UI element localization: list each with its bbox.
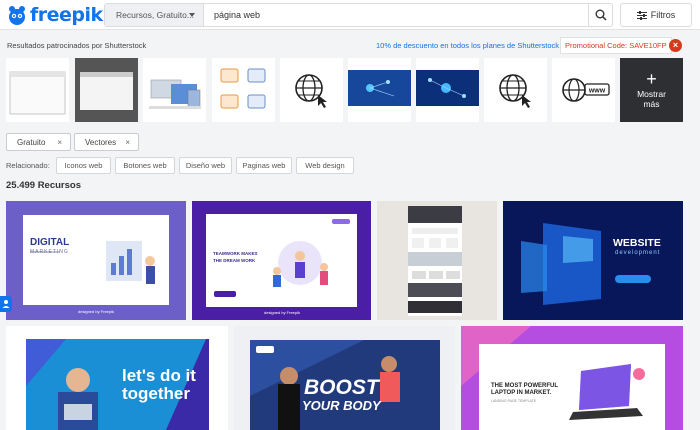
related-tag[interactable]: Botones web (115, 157, 175, 174)
card-subtitle: YOUR BODY (302, 398, 381, 413)
result-card-landing-template[interactable] (377, 201, 497, 320)
card-footer: designed by Freepik (264, 310, 301, 315)
freepik-logo-icon (9, 6, 25, 25)
sponsored-thumb-globe-cursor[interactable] (280, 58, 343, 122)
card-illustration (377, 201, 497, 320)
card-footer: designed by Freepik (78, 309, 115, 314)
plus-icon: + (646, 69, 657, 89)
web-icons-image (212, 58, 275, 122)
result-card-powerful-laptop[interactable]: THE MOST POWERFUL LAPTOP IN MARKET. LAND… (461, 326, 683, 430)
close-icon[interactable]: × (125, 138, 130, 147)
close-icon[interactable]: × (669, 39, 682, 52)
freepik-logo[interactable]: freepik (6, 3, 103, 27)
search-type-dropdown[interactable]: Recursos, Gratuito... (105, 4, 204, 26)
result-card-website-development[interactable]: WEBSITE development (503, 201, 683, 320)
show-more-label-2: más (643, 99, 660, 109)
results-count: 25.499 Recursos (6, 180, 81, 191)
sponsor-bar: Resultados patrocinados por Shutterstock… (0, 37, 700, 55)
sponsored-thumb-network-1[interactable] (348, 58, 411, 122)
sponsored-thumb-network-2[interactable] (416, 58, 479, 122)
svg-text:www: www (588, 88, 606, 95)
devices-image (143, 58, 206, 122)
card-subtitle: THE DREAM WORK (213, 258, 256, 263)
result-card-digital-marketing[interactable]: DIGITAL MARKETING designed by Freepik (6, 201, 186, 320)
globe-www-icon: www (552, 58, 615, 122)
promo-code: Promotional Code: SAVE10FP (560, 37, 672, 54)
search-input[interactable] (204, 4, 588, 26)
result-card-boost-your-body[interactable]: BOOST YOUR BODY (234, 326, 455, 430)
card-title: WEBSITE (613, 237, 661, 249)
card-title: BOOST (304, 376, 379, 399)
sponsor-label: Resultados patrocinados por Shutterstock (7, 41, 147, 50)
card-subtitle: development (615, 250, 661, 256)
promo-link[interactable]: 10% de descuento en todos los planes de … (376, 41, 559, 50)
related-tag[interactable]: Paginas web (236, 157, 292, 174)
search-icon (595, 9, 607, 21)
card-title: THE MOST POWERFUL (491, 383, 558, 389)
globe-icon (484, 58, 547, 122)
show-more-button[interactable]: + Mostrar más (620, 58, 683, 122)
browser-window-image (6, 58, 69, 122)
card-title: TEAMWORK MAKES (213, 251, 258, 256)
close-icon[interactable]: × (57, 138, 62, 147)
filters-label: Filtros (650, 10, 676, 20)
related-label: Relacionado: (6, 161, 50, 170)
sponsored-thumb-browser-2[interactable] (75, 58, 138, 122)
card-illustration (6, 201, 186, 320)
sponsored-thumb-icons[interactable] (212, 58, 275, 122)
filter-chip-label: Gratuito (17, 137, 46, 147)
globe-icon (280, 58, 343, 122)
side-feedback-button[interactable] (0, 296, 12, 312)
network-image (416, 58, 479, 122)
card-title: let's do it (122, 366, 196, 385)
show-more-label-1: Mostrar (637, 89, 666, 99)
chevron-down-icon (189, 13, 195, 17)
related-tag[interactable]: Iconos web (56, 157, 111, 174)
filter-chip-label: Vectores (85, 137, 117, 147)
card-illustration (503, 201, 683, 320)
card-subtitle: MARKETING (30, 249, 69, 255)
top-header: freepik Recursos, Gratuito... Filtros (0, 0, 700, 30)
sponsored-thumb-devices[interactable] (143, 58, 206, 122)
filters-button[interactable]: Filtros (620, 3, 692, 27)
filter-chip-gratuito[interactable]: Gratuito × (6, 133, 71, 151)
result-card-teamwork[interactable]: TEAMWORK MAKES THE DREAM WORK designed b… (192, 201, 371, 320)
result-card-lets-do-it[interactable]: let's do it together (6, 326, 228, 430)
user-icon (2, 300, 10, 308)
search-button[interactable] (588, 4, 612, 26)
related-tag[interactable]: Diseño web (179, 157, 232, 174)
sponsored-thumb-browser-1[interactable] (6, 58, 69, 122)
network-image (348, 58, 411, 122)
sliders-icon (636, 10, 647, 20)
sponsored-thumb-globe-cursor-2[interactable] (484, 58, 547, 122)
card-subtitle: together (122, 384, 190, 403)
related-tag[interactable]: Web design (296, 157, 354, 174)
filter-chip-vectores[interactable]: Vectores × (74, 133, 139, 151)
logo-text: freepik (30, 4, 103, 26)
card-illustration (461, 326, 683, 430)
browser-window-image (75, 58, 138, 122)
sponsored-thumb-globe-www[interactable]: www (552, 58, 615, 122)
card-caption: LANDING PAGE TEMPLATE (491, 399, 537, 403)
card-title: DIGITAL (30, 237, 70, 248)
card-subtitle: LAPTOP IN MARKET. (491, 390, 552, 396)
search-type-label: Recursos, Gratuito... (116, 10, 194, 20)
search-bar: Recursos, Gratuito... (104, 3, 613, 27)
